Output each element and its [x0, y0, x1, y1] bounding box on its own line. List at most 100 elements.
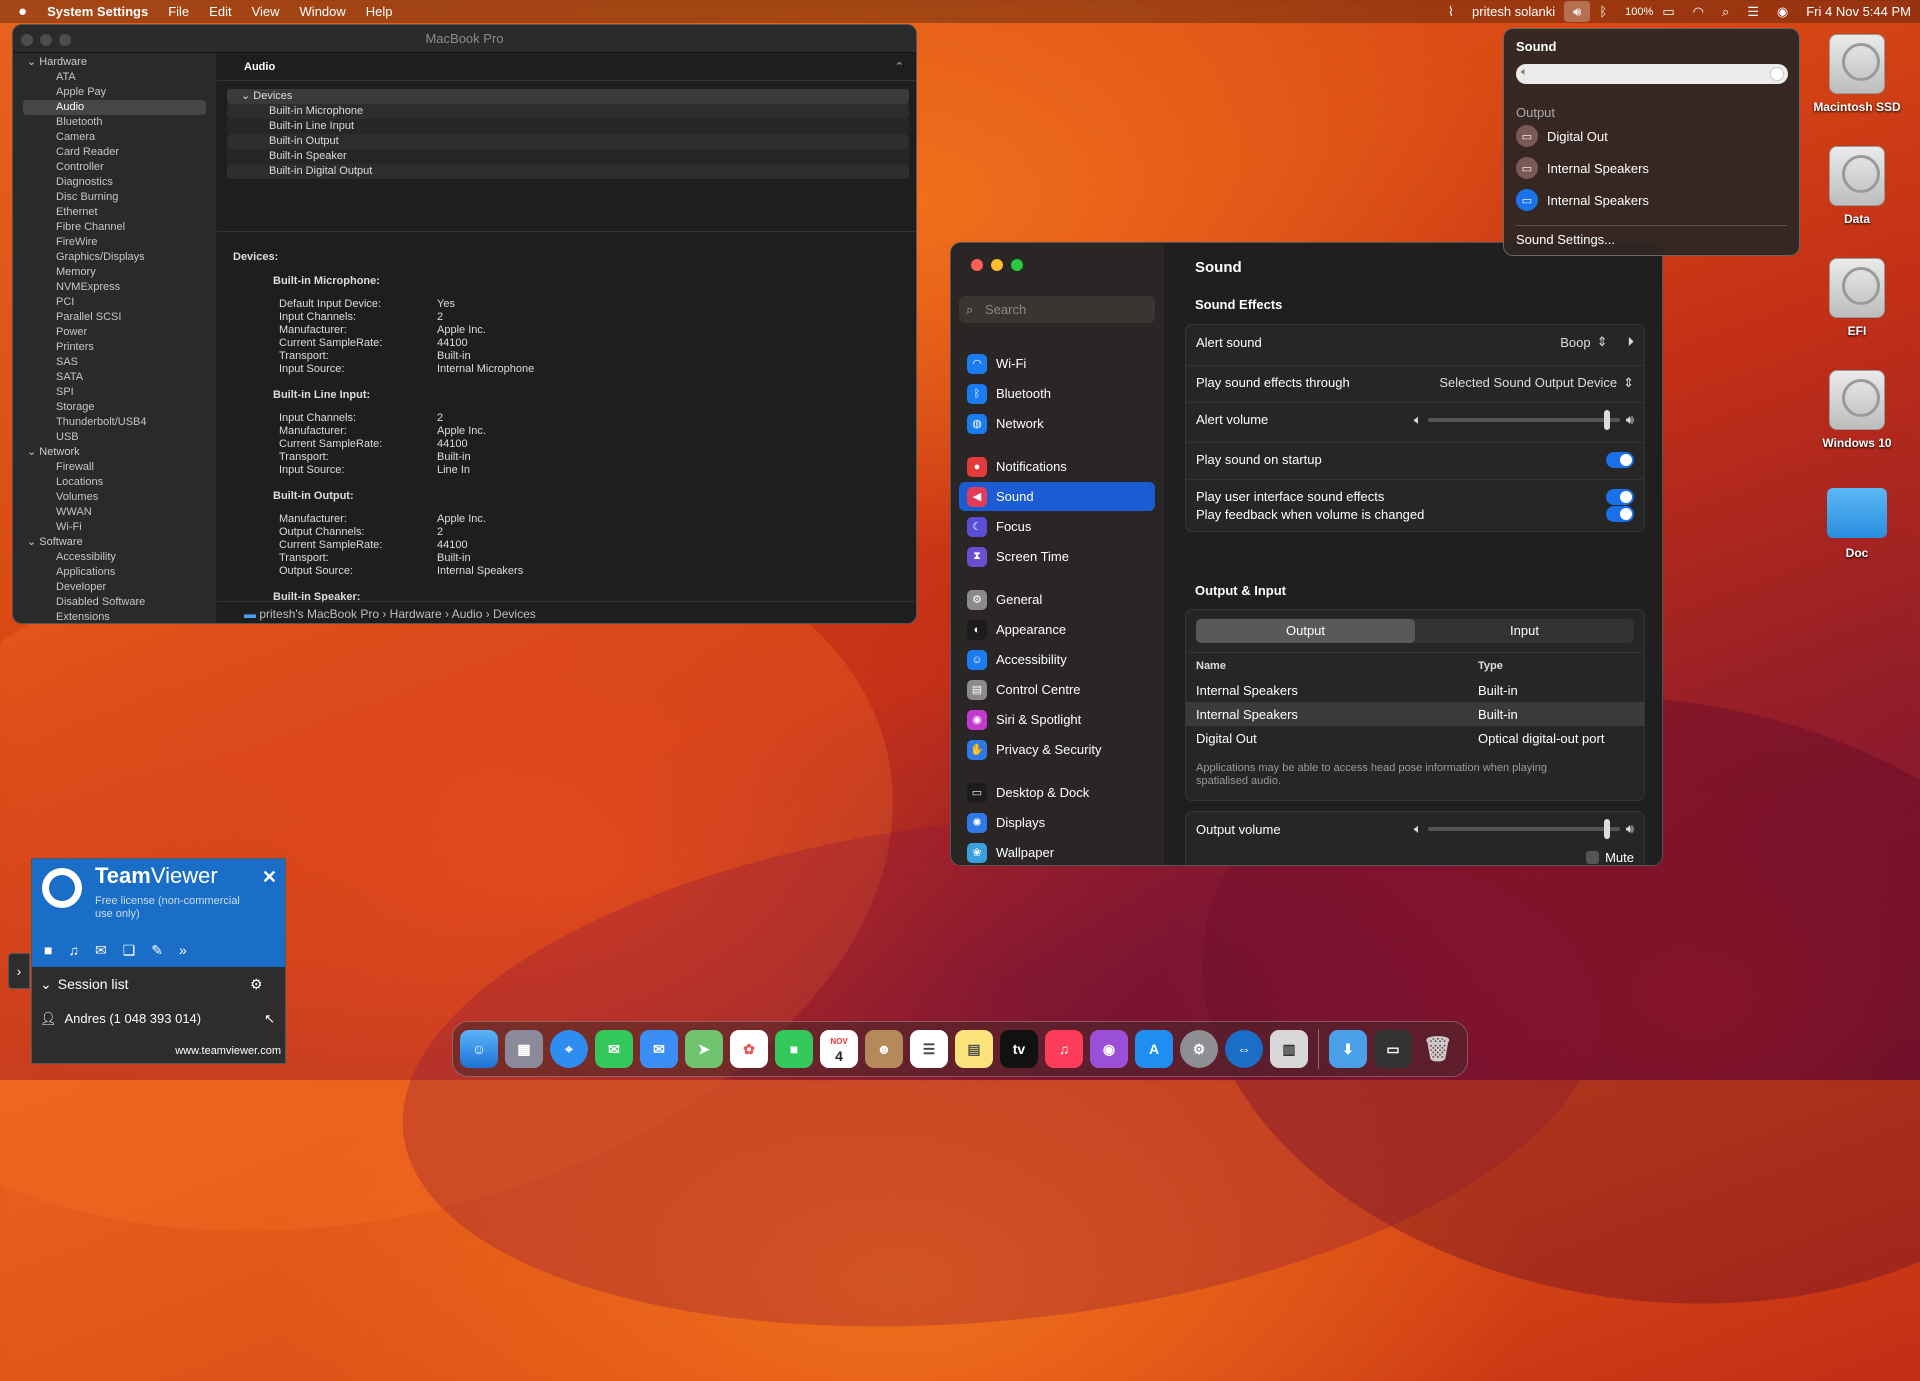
sidebar-item[interactable]: Camera — [13, 130, 216, 145]
close-button[interactable] — [971, 259, 983, 271]
desktop-icon-doc[interactable]: Doc — [1802, 488, 1912, 560]
sidebar-item-focus[interactable]: ☾ Focus — [959, 512, 1155, 541]
sidebar-item[interactable]: Audio — [23, 100, 206, 115]
app-menu[interactable]: System Settings — [37, 4, 158, 19]
device-row[interactable]: Digital Out Optical digital-out port — [1186, 726, 1644, 750]
path-text[interactable]: pritesh's MacBook Pro › Hardware › Audio… — [259, 607, 535, 621]
sidebar-item-displays[interactable]: ✺ Displays — [959, 808, 1155, 837]
sidebar-item[interactable]: Card Reader — [13, 145, 216, 160]
alert-sound-select[interactable]: Boop — [1560, 335, 1590, 350]
sidebar-item[interactable]: Fibre Channel — [13, 220, 216, 235]
slider-knob[interactable] — [1604, 819, 1611, 839]
app-store-icon[interactable]: A — [1135, 1030, 1173, 1068]
menu-file[interactable]: File — [158, 4, 199, 19]
sidebar-item[interactable]: Disabled Software — [13, 595, 216, 610]
output-volume-slider[interactable] — [1427, 819, 1620, 839]
photos-icon[interactable]: ✿ — [730, 1030, 768, 1068]
podcasts-icon[interactable]: ◉ — [1090, 1030, 1128, 1068]
sidebar-item[interactable]: Developer — [13, 580, 216, 595]
launchpad-icon[interactable]: ▦ — [505, 1030, 543, 1068]
sidebar-item[interactable]: Extensions — [13, 610, 216, 623]
sound-menu-volume-slider[interactable]: 🔈︎ — [1516, 64, 1788, 84]
output-item[interactable]: ▭ Internal Speakers — [1516, 157, 1649, 179]
minimize-button[interactable] — [991, 259, 1003, 271]
tree-item[interactable]: Built-in Microphone — [227, 104, 909, 119]
sidebar-item-siri-spotlight[interactable]: ◉ Siri & Spotlight — [959, 705, 1155, 734]
sidebar-item[interactable]: SAS — [13, 355, 216, 370]
tree-item[interactable]: Built-in Digital Output — [227, 164, 909, 179]
menu-help[interactable]: Help — [356, 4, 403, 19]
sidebar-item-accessibility[interactable]: ☺ Accessibility — [959, 645, 1155, 674]
apple-menu-icon[interactable]: ● — [0, 3, 37, 20]
session-contact[interactable]: 👤︎ Andres (1 048 393 014) ↖ — [40, 1011, 275, 1027]
column-type[interactable]: Type — [1478, 660, 1503, 672]
spotlight-icon[interactable]: ⌕ — [1713, 4, 1738, 20]
tree-item[interactable]: Built-in Speaker — [227, 149, 909, 164]
sidebar-item-wallpaper[interactable]: ❀ Wallpaper — [959, 838, 1155, 865]
sidebar-category[interactable]: ⌄ Hardware — [13, 55, 216, 70]
sidebar-item-desktop-dock[interactable]: ▭ Desktop & Dock — [959, 778, 1155, 807]
output-item[interactable]: ▭ Internal Speakers — [1516, 189, 1649, 211]
sidebar-item-screen-time[interactable]: ⧗ Screen Time — [959, 542, 1155, 571]
maps-icon[interactable]: ➤ — [685, 1030, 723, 1068]
battery-icon[interactable]: ▭ — [1662, 4, 1683, 20]
sidebar-item-notifications[interactable]: ● Notifications — [959, 452, 1155, 481]
tree-item[interactable]: Built-in Line Input — [227, 119, 909, 134]
sidebar-item[interactable]: WWAN — [13, 505, 216, 520]
clipboard-icon[interactable]: ❏ — [123, 942, 136, 959]
sidebar-item[interactable]: Diagnostics — [13, 175, 216, 190]
reminders-icon[interactable]: ☰ — [910, 1030, 948, 1068]
sidebar-item-control-centre[interactable]: ▤ Control Centre — [959, 675, 1155, 704]
sidebar-item[interactable]: Controller — [13, 160, 216, 175]
sidebar-item[interactable]: Accessibility — [13, 550, 216, 565]
sidebar-item[interactable]: FireWire — [13, 235, 216, 250]
gear-icon[interactable]: ⚙ — [250, 976, 263, 993]
zoom-button[interactable] — [59, 34, 71, 46]
safari-icon[interactable]: ⌖ — [550, 1030, 588, 1068]
messages-icon[interactable]: ✉ — [595, 1030, 633, 1068]
sidebar-item-bluetooth[interactable]: ᛒ Bluetooth — [959, 379, 1155, 408]
slider-knob[interactable] — [1604, 409, 1611, 430]
device-row[interactable]: Internal Speakers Built-in — [1186, 702, 1644, 726]
menu-edit[interactable]: Edit — [199, 4, 241, 19]
more-icon[interactable]: » — [179, 942, 187, 959]
sidebar-item-general[interactable]: ⚙ General — [959, 585, 1155, 614]
device-row[interactable]: Internal Speakers Built-in — [1186, 678, 1644, 702]
desktop-icon-windows-10[interactable]: Windows 10 — [1802, 370, 1912, 450]
tab-input[interactable]: Input — [1415, 619, 1634, 643]
sidebar-item[interactable]: Printers — [13, 340, 216, 355]
sidebar-item[interactable]: SATA — [13, 370, 216, 385]
play-icon[interactable]: ⏵ — [1628, 334, 1635, 350]
facetime-icon[interactable]: ■ — [775, 1030, 813, 1068]
sidebar-item[interactable]: Power — [13, 325, 216, 340]
sidebar-item[interactable]: Thunderbolt/USB4 — [13, 415, 216, 430]
sidebar-item[interactable]: NVMExpress — [13, 280, 216, 295]
sidebar-item[interactable]: PCI — [13, 295, 216, 310]
apple-tv-icon[interactable]: tv — [1000, 1030, 1038, 1068]
clock[interactable]: Fri 4 Nov 5:44 PM — [1797, 4, 1920, 19]
sidebar-item[interactable]: USB — [13, 430, 216, 445]
sidebar-item[interactable]: Disc Burning — [13, 190, 216, 205]
siri-icon[interactable]: ◉ — [1768, 4, 1797, 20]
teamviewer-expand-tab[interactable]: › — [8, 953, 30, 989]
teamviewer-url[interactable]: www.teamviewer.com — [175, 1045, 281, 1057]
feedback-toggle[interactable] — [1606, 506, 1634, 522]
search-input[interactable]: ⌕ Search — [959, 296, 1155, 323]
video-icon[interactable]: ■ — [44, 942, 52, 959]
pointer-icon[interactable]: ↖ — [264, 1011, 275, 1027]
bluetooth-icon[interactable]: ᛒ — [1590, 4, 1616, 19]
output-item[interactable]: ▭ Digital Out — [1516, 125, 1608, 147]
tools-icon[interactable]: ✎ — [151, 942, 163, 959]
volume-menu-icon[interactable]: 🔊︎ — [1564, 1, 1591, 22]
contacts-icon[interactable]: ☻ — [865, 1030, 903, 1068]
sidebar-item[interactable]: Firewall — [13, 460, 216, 475]
alert-volume-slider[interactable] — [1427, 409, 1620, 430]
play-through-select[interactable]: Selected Sound Output Device — [1439, 375, 1617, 390]
sidebar-item[interactable]: Bluetooth — [13, 115, 216, 130]
downloads-folder-icon[interactable]: ⬇ — [1329, 1030, 1367, 1068]
mute-checkbox[interactable] — [1586, 851, 1600, 864]
sidebar-item[interactable]: Locations — [13, 475, 216, 490]
sidebar-category[interactable]: ⌄ Network — [13, 445, 216, 460]
minimize-button[interactable] — [40, 34, 52, 46]
chevron-updown-icon[interactable]: ⇕ — [1597, 334, 1608, 350]
